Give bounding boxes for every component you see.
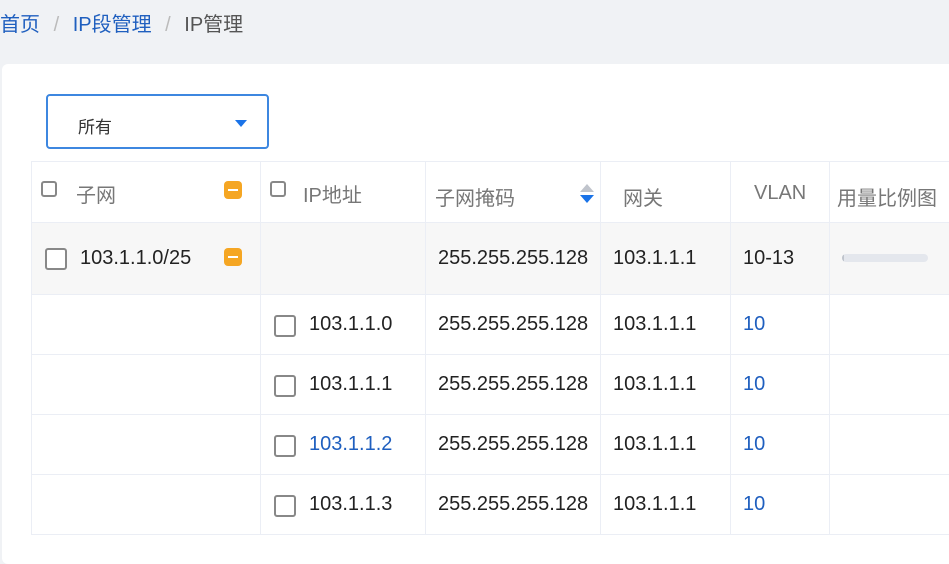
- row-gateway-value: 103.1.1.1: [613, 313, 696, 336]
- row-gateway-cell: 103.1.1.1: [601, 355, 731, 415]
- row-ip-cell: 103.1.1.1: [261, 355, 426, 415]
- row-mask-value: 255.255.255.128: [438, 373, 588, 396]
- group-gateway-value: 103.1.1.1: [613, 247, 696, 270]
- select-all-subnet-checkbox[interactable]: [41, 181, 57, 197]
- select-all-ip-checkbox[interactable]: [270, 181, 286, 197]
- header-subnet: 子网: [32, 162, 261, 223]
- row-ip-value: 103.1.1.0: [309, 313, 392, 336]
- header-gateway-label: 网关: [623, 182, 663, 211]
- ip-row-checkbox[interactable]: [274, 495, 296, 517]
- group-vlan-cell: 10-13: [731, 223, 830, 295]
- table-row: 103.1.1.3 255.255.255.128 103.1.1.1 10: [32, 475, 949, 535]
- row-subnet-cell: [32, 475, 261, 535]
- sort-icon[interactable]: [580, 184, 592, 204]
- row-gateway-cell: 103.1.1.1: [601, 295, 731, 355]
- breadcrumb-separator: /: [54, 14, 60, 36]
- filter-select-value: 所有: [78, 113, 112, 138]
- group-ip-cell: [261, 223, 426, 295]
- row-mask-value: 255.255.255.128: [438, 433, 588, 456]
- row-ip-value: 103.1.1.3: [309, 493, 392, 516]
- row-ip-cell: 103.1.1.0: [261, 295, 426, 355]
- chevron-down-icon: [235, 120, 247, 127]
- row-gateway-cell: 103.1.1.1: [601, 415, 731, 475]
- breadcrumb: 首页 / IP段管理 / IP管理: [0, 8, 243, 37]
- group-subnet-cell: 103.1.1.0/25: [32, 223, 261, 295]
- usage-bar: [842, 254, 928, 262]
- group-vlan-value: 10-13: [743, 247, 794, 270]
- row-usage-cell: [830, 295, 949, 355]
- subnet-checkbox[interactable]: [45, 248, 67, 270]
- header-usage: 用量比例图: [830, 162, 949, 223]
- row-vlan-cell: 10: [731, 475, 830, 535]
- row-vlan-link[interactable]: 10: [743, 373, 765, 396]
- row-vlan-cell: 10: [731, 415, 830, 475]
- row-gateway-value: 103.1.1.1: [613, 493, 696, 516]
- row-vlan-cell: 10: [731, 295, 830, 355]
- group-usage-cell: [830, 223, 949, 295]
- header-mask[interactable]: 子网掩码: [426, 162, 601, 223]
- table-row: 103.1.1.1 255.255.255.128 103.1.1.1 10: [32, 355, 949, 415]
- row-ip-cell: 103.1.1.3: [261, 475, 426, 535]
- header-mask-label: 子网掩码: [435, 182, 515, 211]
- row-ip-link[interactable]: 103.1.1.2: [309, 433, 392, 456]
- row-vlan-link[interactable]: 10: [743, 433, 765, 456]
- usage-bar-fill: [842, 254, 844, 262]
- header-gateway: 网关: [601, 162, 731, 223]
- row-vlan-cell: 10: [731, 355, 830, 415]
- row-mask-cell: 255.255.255.128: [426, 355, 601, 415]
- table-row: 103.1.1.2 255.255.255.128 103.1.1.1 10: [32, 415, 949, 475]
- row-mask-cell: 255.255.255.128: [426, 415, 601, 475]
- breadcrumb-separator: /: [165, 14, 171, 36]
- row-ip-value: 103.1.1.1: [309, 373, 392, 396]
- subnet-group-row: 103.1.1.0/25 255.255.255.128 103.1.1.1 1…: [32, 223, 949, 295]
- row-mask-value: 255.255.255.128: [438, 493, 588, 516]
- row-gateway-value: 103.1.1.1: [613, 433, 696, 456]
- row-ip-cell: 103.1.1.2: [261, 415, 426, 475]
- group-subnet-value: 103.1.1.0/25: [80, 247, 191, 270]
- header-subnet-label: 子网: [76, 179, 116, 208]
- breadcrumb-home-link[interactable]: 首页: [0, 14, 40, 36]
- ip-row-checkbox[interactable]: [274, 435, 296, 457]
- row-gateway-value: 103.1.1.1: [613, 373, 696, 396]
- row-usage-cell: [830, 415, 949, 475]
- ip-row-checkbox[interactable]: [274, 315, 296, 337]
- group-mask-value: 255.255.255.128: [438, 247, 588, 270]
- row-vlan-link[interactable]: 10: [743, 493, 765, 516]
- header-usage-label: 用量比例图: [837, 182, 937, 211]
- row-subnet-cell: [32, 295, 261, 355]
- collapse-subnet-icon[interactable]: [224, 248, 242, 266]
- group-mask-cell: 255.255.255.128: [426, 223, 601, 295]
- ip-row-checkbox[interactable]: [274, 375, 296, 397]
- header-ip-label: IP地址: [303, 179, 362, 208]
- row-vlan-link[interactable]: 10: [743, 313, 765, 336]
- header-vlan: VLAN: [731, 162, 830, 223]
- breadcrumb-current: IP管理: [184, 14, 243, 36]
- collapse-all-icon[interactable]: [224, 181, 242, 199]
- breadcrumb-ip-segment-link[interactable]: IP段管理: [73, 14, 152, 36]
- row-gateway-cell: 103.1.1.1: [601, 475, 731, 535]
- table-header-row: 子网 IP地址 子网掩码 网关 VLAN 用量比例图: [32, 162, 949, 223]
- row-mask-cell: 255.255.255.128: [426, 295, 601, 355]
- row-mask-value: 255.255.255.128: [438, 313, 588, 336]
- header-vlan-label: VLAN: [754, 182, 806, 205]
- sort-descending-icon[interactable]: [580, 195, 594, 203]
- row-usage-cell: [830, 355, 949, 415]
- filter-select[interactable]: 所有: [46, 94, 269, 149]
- table-row: 103.1.1.0 255.255.255.128 103.1.1.1 10: [32, 295, 949, 355]
- row-usage-cell: [830, 475, 949, 535]
- row-mask-cell: 255.255.255.128: [426, 475, 601, 535]
- row-subnet-cell: [32, 415, 261, 475]
- row-subnet-cell: [32, 355, 261, 415]
- ip-table: 子网 IP地址 子网掩码 网关 VLAN 用量比例图: [31, 161, 949, 535]
- header-ip: IP地址: [261, 162, 426, 223]
- sort-ascending-icon[interactable]: [580, 184, 594, 192]
- group-gateway-cell: 103.1.1.1: [601, 223, 731, 295]
